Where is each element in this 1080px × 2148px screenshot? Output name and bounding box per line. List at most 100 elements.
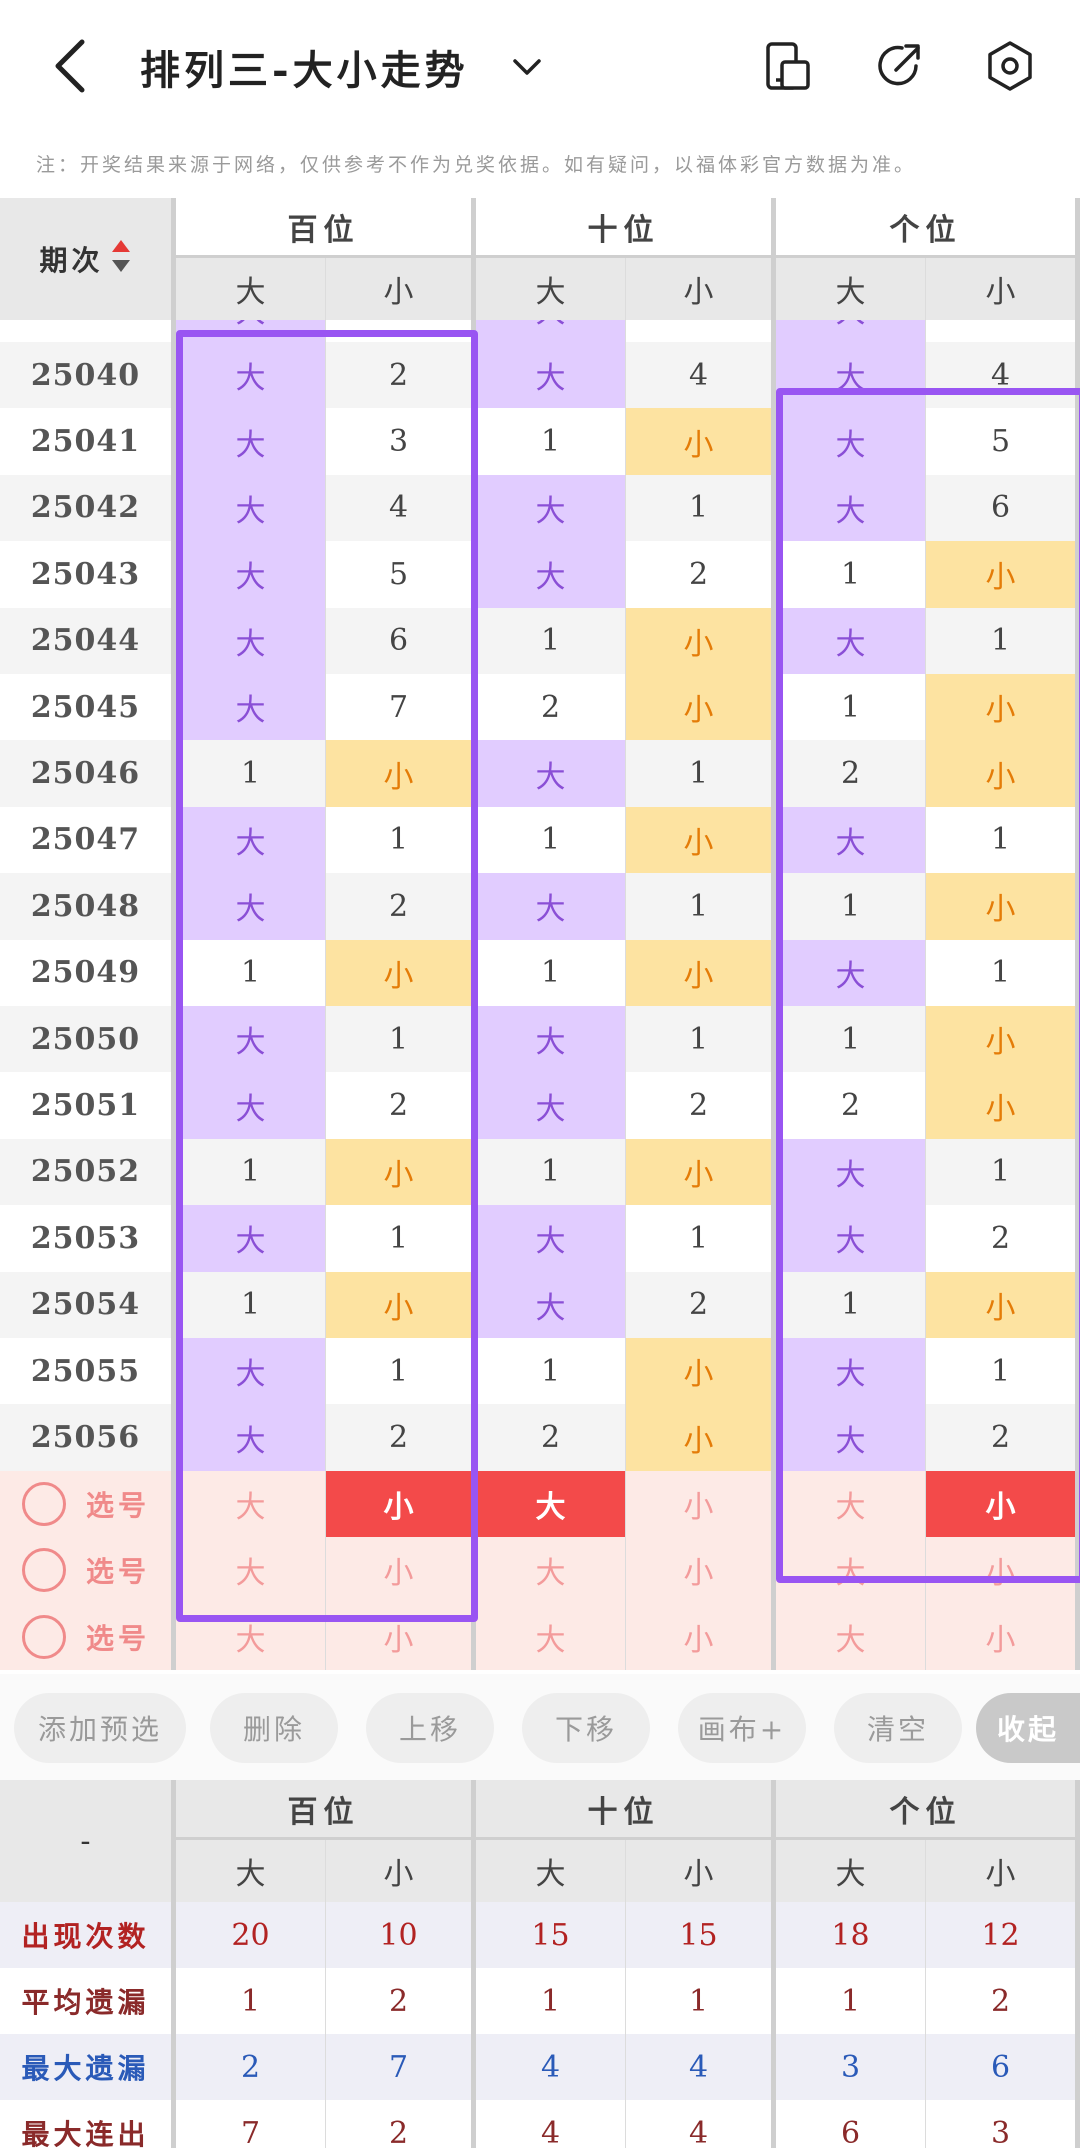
trend-cell[interactable]: 2 bbox=[626, 541, 776, 608]
stats-sub-4: 大 bbox=[776, 1840, 926, 1902]
period-cell: 25052 bbox=[0, 1138, 176, 1206]
trend-cell[interactable]: 1 bbox=[476, 607, 626, 674]
trend-cell[interactable]: 小 bbox=[626, 674, 776, 741]
table-row: 25039大1大3大3 bbox=[0, 320, 1080, 342]
trend-cell[interactable]: 小 bbox=[626, 607, 776, 674]
radio-circle-icon[interactable] bbox=[22, 1548, 66, 1593]
stats-value: 7 bbox=[326, 2034, 476, 2100]
period-cell: 25054 bbox=[0, 1271, 176, 1338]
trend-cell[interactable]: 1 bbox=[626, 873, 776, 940]
trend-cell[interactable]: 小 bbox=[626, 408, 776, 475]
stats-corner-label: - bbox=[0, 1780, 176, 1902]
sub-header-2: 大 bbox=[476, 258, 626, 320]
trend-cell[interactable]: 大 bbox=[476, 342, 626, 409]
trend-cell[interactable]: 小 bbox=[626, 1338, 776, 1405]
trend-cell[interactable]: 1 bbox=[476, 806, 626, 874]
stats-value: 4 bbox=[476, 2100, 626, 2148]
trend-cell[interactable]: 小 bbox=[626, 1404, 776, 1471]
highlight-frame-hundreds-big bbox=[176, 330, 478, 1622]
toolbar-button-3[interactable]: 下移 bbox=[522, 1693, 650, 1763]
pick-label-cell[interactable]: 选号 bbox=[0, 1537, 176, 1604]
toolbar-button-1[interactable]: 删除 bbox=[210, 1693, 338, 1763]
period-cell: 25041 bbox=[0, 408, 176, 475]
trend-cell[interactable]: 1 bbox=[626, 1205, 776, 1272]
device-rotate-icon[interactable] bbox=[760, 38, 816, 94]
settings-hexagon-icon[interactable] bbox=[982, 38, 1038, 94]
radio-circle-icon[interactable] bbox=[22, 1614, 66, 1659]
page-title[interactable]: 排列三-大小走势 bbox=[140, 38, 469, 96]
stats-value: 12 bbox=[926, 1902, 1080, 1968]
statistics-table: - 百位 十位 个位大小大小大小出现次数 20 10 15 15 18 12 平均遗漏 1 2 1 1 1 2 最… bbox=[0, 1780, 1080, 2148]
stats-sub-5: 小 bbox=[926, 1840, 1080, 1902]
trend-cell[interactable]: 大 bbox=[476, 474, 626, 542]
pick-option[interactable]: 小 bbox=[626, 1470, 776, 1538]
trend-cell[interactable]: 大 bbox=[476, 320, 626, 342]
pick-option[interactable]: 大 bbox=[476, 1537, 626, 1604]
period-cell: 25053 bbox=[0, 1205, 176, 1272]
stats-value: 1 bbox=[176, 1968, 326, 2034]
sub-header-5: 小 bbox=[926, 258, 1080, 320]
column-group-1: 十位 bbox=[476, 198, 776, 258]
trend-cell[interactable]: 2 bbox=[476, 674, 626, 741]
trend-cell[interactable]: 4 bbox=[626, 342, 776, 409]
trend-cell[interactable]: 3 bbox=[626, 320, 776, 342]
trend-cell[interactable]: 1 bbox=[476, 1338, 626, 1405]
sort-arrows-icon[interactable] bbox=[110, 238, 132, 281]
trend-cell[interactable]: 1 bbox=[626, 474, 776, 542]
stats-sub-3: 小 bbox=[626, 1840, 776, 1902]
stats-value: 2 bbox=[176, 2034, 326, 2100]
chevron-down-icon[interactable] bbox=[510, 50, 544, 84]
pick-label-text: 选号 bbox=[86, 1621, 151, 1655]
trend-cell[interactable]: 1 bbox=[476, 408, 626, 475]
trend-cell[interactable]: 大 bbox=[476, 541, 626, 608]
trend-cell[interactable]: 2 bbox=[626, 1072, 776, 1139]
trend-cell[interactable]: 大 bbox=[476, 1271, 626, 1338]
toolbar-button-0[interactable]: 添加预选 bbox=[14, 1693, 186, 1763]
stats-row: 最大连出 7 2 4 4 6 3 bbox=[0, 2100, 1080, 2148]
trend-cell[interactable]: 1 bbox=[626, 740, 776, 807]
period-header[interactable]: 期次 bbox=[0, 198, 176, 320]
radio-circle-icon[interactable] bbox=[22, 1481, 66, 1526]
back-arrow-icon[interactable] bbox=[50, 38, 90, 94]
pick-label-cell[interactable]: 选号 bbox=[0, 1603, 176, 1670]
trend-cell[interactable]: 3 bbox=[926, 320, 1080, 342]
stats-value: 7 bbox=[176, 2100, 326, 2148]
trend-cell[interactable]: 大 bbox=[476, 873, 626, 940]
trend-cell[interactable]: 大 bbox=[476, 740, 626, 807]
pick-option[interactable]: 小 bbox=[626, 1537, 776, 1604]
pick-option[interactable]: 大 bbox=[476, 1603, 626, 1670]
toolbar-button-5[interactable]: 清空 bbox=[834, 1693, 962, 1763]
highlight-frame-units bbox=[776, 388, 1080, 1583]
pick-option[interactable]: 小 bbox=[626, 1603, 776, 1670]
trend-cell[interactable]: 大 bbox=[476, 1006, 626, 1073]
toolbar-button-2[interactable]: 上移 bbox=[366, 1693, 494, 1763]
stats-group-2: 个位 bbox=[776, 1780, 1080, 1840]
pick-option[interactable]: 大 bbox=[776, 1603, 926, 1670]
trend-cell[interactable]: 2 bbox=[476, 1404, 626, 1471]
toolbar-button-6[interactable]: 收起 bbox=[976, 1693, 1080, 1763]
column-group-0: 百位 bbox=[176, 198, 476, 258]
trend-cell[interactable]: 大 bbox=[476, 1205, 626, 1272]
toolbar-button-4[interactable]: 画布+ bbox=[678, 1693, 806, 1763]
stats-row-label: 平均遗漏 bbox=[0, 1968, 176, 2034]
stats-value: 2 bbox=[926, 1968, 1080, 2034]
trend-cell[interactable]: 2 bbox=[626, 1271, 776, 1338]
trend-cell[interactable]: 1 bbox=[476, 939, 626, 1006]
stats-value: 4 bbox=[626, 2100, 776, 2148]
share-icon[interactable] bbox=[872, 38, 928, 94]
trend-cell[interactable]: 大 bbox=[776, 320, 926, 342]
stats-value: 15 bbox=[626, 1902, 776, 1968]
pick-label-cell[interactable]: 选号 bbox=[0, 1470, 176, 1538]
trend-cell[interactable]: 1 bbox=[476, 1138, 626, 1206]
stats-value: 18 bbox=[776, 1902, 926, 1968]
trend-cell[interactable]: 大 bbox=[476, 1072, 626, 1139]
trend-cell[interactable]: 1 bbox=[626, 1006, 776, 1073]
trend-cell[interactable]: 小 bbox=[626, 806, 776, 874]
period-cell: 25048 bbox=[0, 873, 176, 940]
pick-option[interactable]: 小 bbox=[926, 1603, 1080, 1670]
pick-option[interactable]: 大 bbox=[476, 1470, 626, 1538]
trend-cell[interactable]: 小 bbox=[626, 939, 776, 1006]
stats-sub-1: 小 bbox=[326, 1840, 476, 1902]
trend-cell[interactable]: 小 bbox=[626, 1138, 776, 1206]
stats-value: 1 bbox=[626, 1968, 776, 2034]
